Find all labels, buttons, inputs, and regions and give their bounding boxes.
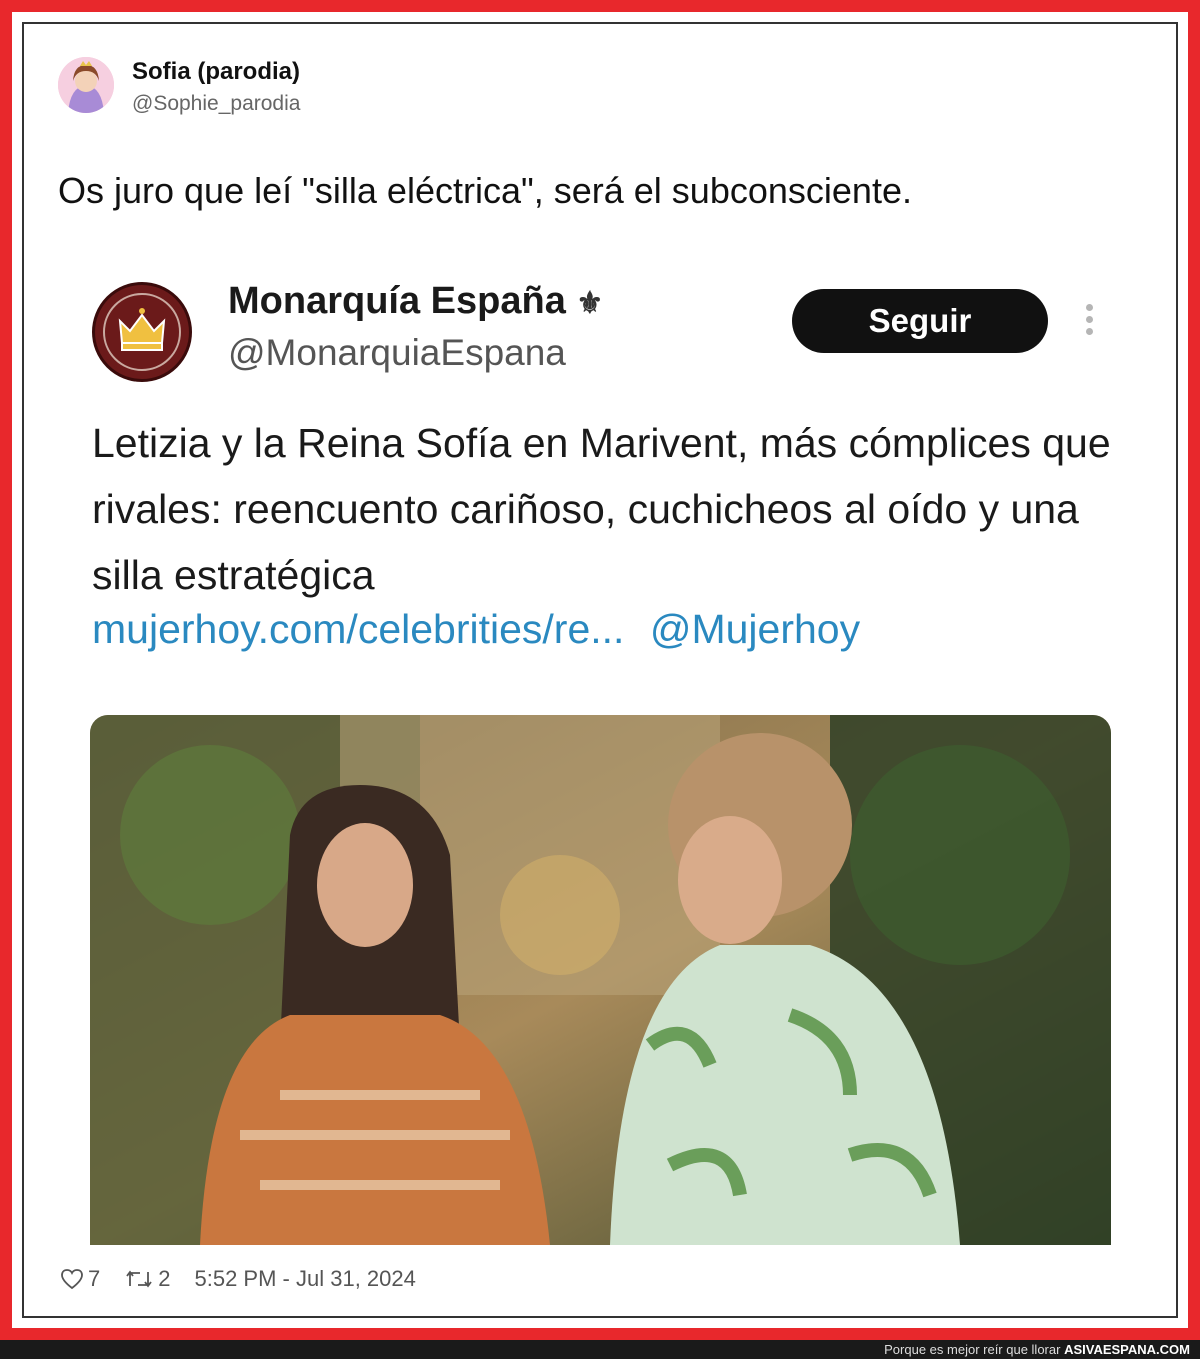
tweet-stats: 7 2 5:52 PM - Jul 31, 2024 xyxy=(60,1266,440,1292)
tweet-text: Os juro que leí "silla eléctrica", será … xyxy=(58,170,912,211)
retweet-icon xyxy=(126,1270,152,1288)
more-options-icon[interactable] xyxy=(1079,300,1099,344)
quoted-text: Letizia y la Reina Sofía en Marivent, má… xyxy=(92,420,1111,598)
retweet-stat[interactable]: 2 xyxy=(124,1266,171,1292)
author-avatar[interactable] xyxy=(58,57,114,113)
quoted-photo[interactable] xyxy=(90,715,1111,1245)
footer-bar: Porque es mejor reír que llorar ASIVAESP… xyxy=(0,1340,1200,1359)
quoted-links: mujerhoy.com/celebrities/re... @Mujerhoy xyxy=(92,606,874,653)
quoted-avatar[interactable] xyxy=(92,282,192,382)
fleur-de-lis-icon: ⚜ xyxy=(576,287,604,320)
quoted-name-label: Monarquía España xyxy=(228,280,566,322)
retweet-count: 2 xyxy=(158,1266,171,1291)
footer-brand[interactable]: ASIVAESPANA.COM xyxy=(1064,1342,1190,1357)
like-count: 7 xyxy=(88,1266,101,1291)
author-handle[interactable]: @Sophie_parodia xyxy=(132,92,300,116)
follow-button[interactable]: Seguir xyxy=(792,289,1048,353)
timestamp[interactable]: 5:52 PM - Jul 31, 2024 xyxy=(195,1266,416,1292)
quoted-handle[interactable]: @MonarquiaEspana xyxy=(228,332,566,374)
footer-tagline: Porque es mejor reír que llorar xyxy=(884,1342,1061,1357)
like-stat[interactable]: 7 xyxy=(60,1266,100,1292)
quoted-name[interactable]: Monarquía España ⚜ xyxy=(228,280,603,323)
mention-link[interactable]: @Mujerhoy xyxy=(650,606,860,652)
article-link[interactable]: mujerhoy.com/celebrities/re... xyxy=(92,606,624,652)
author-name[interactable]: Sofia (parodia) xyxy=(132,58,300,86)
heart-icon xyxy=(61,1269,83,1290)
